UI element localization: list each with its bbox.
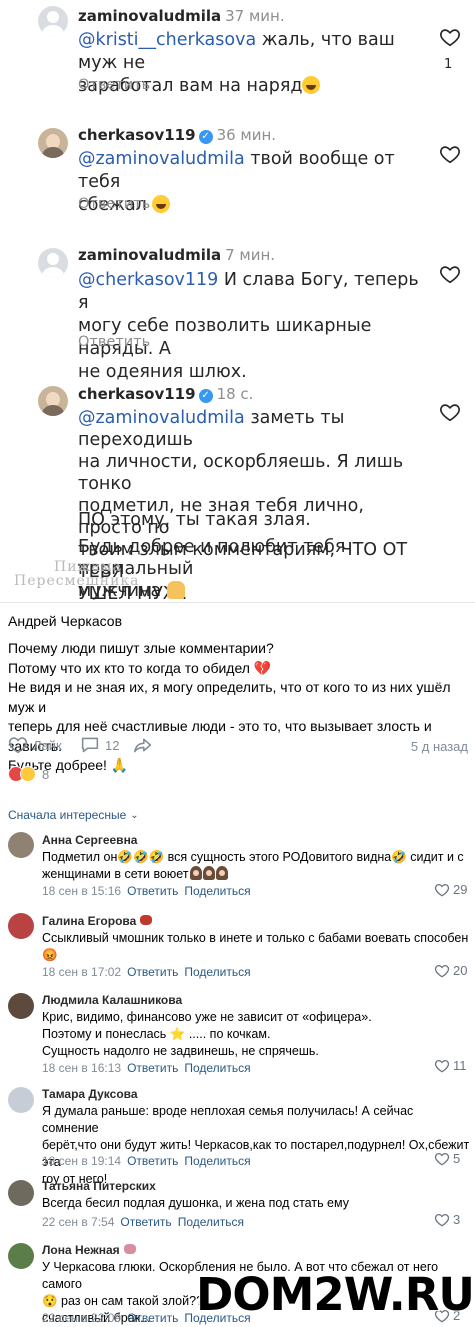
mention-link[interactable]: @zaminovaludmila bbox=[78, 149, 245, 169]
comment-time: 37 мин. bbox=[225, 7, 285, 25]
comment-meta: 18 сен в 17:02 Ответить Поделиться bbox=[42, 965, 251, 979]
comment-username[interactable]: cherkasov119 ✓ 18 с. bbox=[78, 385, 253, 403]
reply-button[interactable]: Ответить bbox=[78, 196, 150, 212]
verified-badge-icon: ✓ bbox=[198, 130, 213, 144]
like-button[interactable]: Лайк bbox=[8, 736, 62, 754]
reply-link[interactable]: Ответить bbox=[120, 1215, 171, 1229]
comment-like-button[interactable]: 3 bbox=[434, 1212, 460, 1227]
comments-button[interactable]: 12 bbox=[80, 736, 119, 754]
avatar[interactable] bbox=[38, 386, 68, 416]
comment-text: Всегда бесил подлая душонка, и жена под … bbox=[42, 1196, 349, 1210]
avatar[interactable] bbox=[8, 1087, 34, 1113]
comment-text: Я думала раньше: вроде неплохая семья по… bbox=[42, 1104, 470, 1186]
comment-author[interactable]: Галина Егорова bbox=[42, 914, 153, 928]
reply-button[interactable]: Ответить bbox=[78, 334, 150, 350]
comment-meta: 18 сен в 19:14 Ответить Поделиться bbox=[42, 1154, 251, 1168]
comment-text: Ссыкливый чмошник только в инете и тольк… bbox=[42, 931, 469, 962]
comment-like-button[interactable]: 11 bbox=[434, 1058, 467, 1073]
comment-author[interactable]: Татьяна Питерских bbox=[42, 1179, 156, 1193]
heart-icon[interactable] bbox=[439, 401, 461, 423]
comment-author[interactable]: Анна Сергеевна bbox=[42, 833, 137, 847]
share-link[interactable]: Поделиться bbox=[184, 965, 250, 979]
woman-emoji-icon bbox=[189, 866, 202, 880]
sticker-icon bbox=[140, 915, 153, 925]
post-actions: Лайк 12 5 д назад bbox=[8, 736, 468, 758]
reply-link[interactable]: Ответить bbox=[127, 965, 178, 979]
avatar[interactable] bbox=[8, 993, 34, 1019]
woman-emoji-icon bbox=[215, 866, 228, 880]
comment-meta: 18 сен в 15:16 Ответить Поделиться bbox=[42, 884, 251, 898]
comment-text: Подметил он🤣🤣🤣 вся сущность этого РОДови… bbox=[42, 850, 464, 881]
share-link[interactable]: Поделиться bbox=[184, 884, 250, 898]
comment-author[interactable]: Лона Нежная bbox=[42, 1243, 136, 1257]
avatar[interactable] bbox=[38, 6, 68, 36]
comment-username[interactable]: zaminovaludmila 37 мин. bbox=[78, 7, 285, 25]
reactions-summary[interactable]: 8 bbox=[8, 766, 49, 782]
comment-like-button[interactable]: 29 bbox=[434, 882, 467, 897]
post-author[interactable]: Андрей Черкасов bbox=[8, 613, 122, 629]
heart-icon[interactable] bbox=[439, 143, 461, 165]
avatar[interactable] bbox=[8, 832, 34, 858]
avatar[interactable] bbox=[38, 248, 68, 278]
sticker-icon bbox=[123, 1244, 136, 1254]
comment-username[interactable]: cherkasov119 ✓ 36 мин. bbox=[78, 126, 276, 144]
praying-hands-icon bbox=[166, 581, 185, 599]
avatar[interactable] bbox=[8, 1243, 34, 1269]
reply-link[interactable]: Ответить bbox=[127, 1311, 178, 1325]
like-count: 1 bbox=[444, 57, 453, 72]
watermark: Пижама Пересмешника bbox=[14, 559, 140, 589]
mention-link[interactable]: @cherkasov119 bbox=[78, 270, 218, 290]
comment-text: Крис, видимо, финансово уже не зависит о… bbox=[42, 1010, 372, 1058]
heart-icon[interactable] bbox=[439, 263, 461, 285]
comment-time: 7 мин. bbox=[225, 246, 276, 264]
reply-link[interactable]: Ответить bbox=[127, 1154, 178, 1168]
mention-link[interactable]: @zaminovaludmila bbox=[78, 408, 245, 428]
comment-username[interactable]: zaminovaludmila 7 мин. bbox=[78, 246, 275, 264]
comment-like-button[interactable]: 5 bbox=[434, 1151, 460, 1166]
comment-meta: 18 сен в 16:13 Ответить Поделиться bbox=[42, 1061, 251, 1075]
divider bbox=[0, 602, 475, 603]
share-button[interactable] bbox=[132, 736, 159, 754]
rofl-emoji-icon bbox=[302, 76, 321, 94]
avatar[interactable] bbox=[38, 128, 68, 158]
chevron-down-icon: ⌄ bbox=[130, 809, 139, 821]
reply-button[interactable]: Ответить bbox=[78, 77, 150, 93]
heart-outline-icon bbox=[434, 1213, 450, 1226]
heart-outline-icon bbox=[8, 737, 28, 754]
heart-icon[interactable] bbox=[439, 26, 461, 48]
share-link[interactable]: Поделиться bbox=[184, 1061, 250, 1075]
heart-outline-icon bbox=[434, 1059, 450, 1072]
comment-time: 18 с. bbox=[216, 385, 254, 403]
site-watermark: DOM2W.RU bbox=[195, 1267, 475, 1322]
laugh-reaction-icon bbox=[20, 766, 36, 782]
avatar[interactable] bbox=[8, 913, 34, 939]
post-date: 5 д назад bbox=[410, 739, 468, 754]
comment-like-button[interactable]: 20 bbox=[434, 963, 467, 978]
rofl-emoji-icon bbox=[152, 195, 171, 213]
comment-text: @cherkasov119 И слава Богу, теперь я мог… bbox=[78, 270, 419, 382]
comment-author[interactable]: Людмила Калашникова bbox=[42, 993, 182, 1007]
share-link[interactable]: Поделиться bbox=[184, 1154, 250, 1168]
mention-link[interactable]: @kristi__cherkasova bbox=[78, 30, 256, 50]
heart-outline-icon bbox=[434, 1152, 450, 1165]
reply-link[interactable]: Ответить bbox=[127, 884, 178, 898]
reply-link[interactable]: Ответить bbox=[127, 1061, 178, 1075]
instagram-comments-screenshot: zaminovaludmila 37 мин. @kristi__cherkaso… bbox=[0, 0, 475, 604]
woman-emoji-icon bbox=[202, 866, 215, 880]
share-link[interactable]: Поделиться bbox=[178, 1215, 244, 1229]
avatar[interactable] bbox=[8, 1180, 34, 1206]
verified-badge-icon: ✓ bbox=[198, 389, 213, 403]
reactions-count: 8 bbox=[42, 766, 50, 782]
comment-time: 36 мин. bbox=[216, 126, 277, 144]
comment-icon bbox=[81, 737, 99, 753]
heart-outline-icon bbox=[434, 964, 450, 977]
sort-dropdown[interactable]: Сначала интересные ⌄ bbox=[8, 808, 139, 822]
heart-outline-icon bbox=[434, 883, 450, 896]
share-icon bbox=[134, 738, 152, 753]
comment-author[interactable]: Тамара Дуксова bbox=[42, 1087, 138, 1101]
comment-meta: 22 сен в 7:54 Ответить Поделиться bbox=[42, 1215, 244, 1229]
